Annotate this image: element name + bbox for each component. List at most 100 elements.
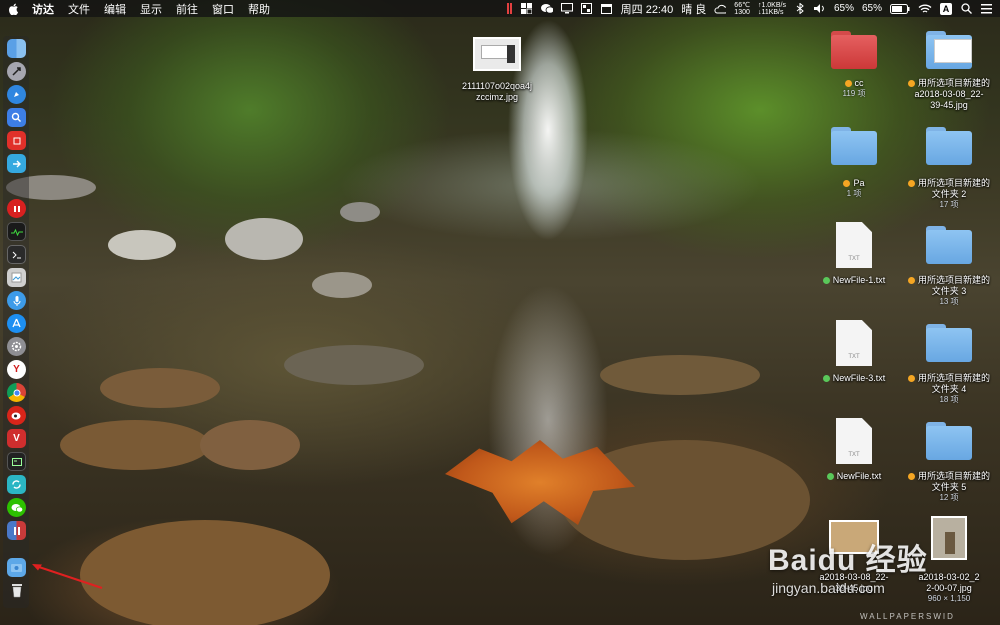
folder-count: 12 项 — [939, 493, 959, 502]
menu-window[interactable]: 窗口 — [212, 1, 234, 17]
txt-file-icon: TXT — [836, 222, 872, 268]
wechat-icon[interactable] — [540, 3, 553, 15]
grid-app-icon[interactable] — [521, 3, 533, 15]
input-method-badge[interactable]: A — [940, 2, 952, 15]
orange-tag-dot — [844, 80, 852, 88]
window-arrange-icon[interactable] — [581, 3, 593, 15]
menu-edit[interactable]: 编辑 — [104, 1, 126, 17]
battery-icon[interactable] — [890, 3, 910, 15]
annotation-arrow — [32, 564, 103, 589]
folder-icon — [831, 31, 877, 69]
folder-name-line2: 文件夹 3 — [931, 286, 967, 296]
file-ext: TXT — [848, 452, 860, 458]
network-status[interactable]: ↑1.0KB/s ↓11KB/s — [758, 2, 786, 16]
search-app-icon[interactable] — [7, 108, 26, 127]
menu-view[interactable]: 显示 — [140, 1, 162, 17]
console-icon[interactable] — [7, 452, 26, 471]
rock — [80, 520, 330, 625]
display-icon[interactable] — [560, 3, 573, 15]
cloud-icon[interactable] — [714, 3, 727, 15]
launchpad-icon[interactable] — [7, 62, 26, 81]
cpu-status[interactable]: 66℃ 1300 — [734, 2, 750, 16]
orange-tag-dot — [907, 277, 915, 285]
migration-app-icon[interactable] — [7, 154, 26, 173]
red-app-icon[interactable] — [7, 131, 26, 150]
baidu-jingyan-watermark: Baidu 经验 — [768, 544, 928, 577]
green-tag-dot — [826, 473, 834, 481]
finder-icon[interactable] — [7, 39, 26, 58]
folder-name-line2: 文件夹 4 — [931, 384, 967, 394]
folder-icon — [926, 127, 972, 165]
menu-app-name[interactable]: 访达 — [32, 1, 54, 17]
wifi-icon[interactable] — [918, 3, 932, 15]
file-name: 2111107o02qoa4j — [461, 81, 533, 91]
calendar-icon[interactable] — [601, 3, 613, 15]
battery-percent-a[interactable]: 65% — [834, 3, 854, 14]
folder-name: 用所选项目新建的 — [889, 178, 1000, 189]
rock — [340, 202, 380, 222]
desktop-folder-new-2[interactable]: 用所选项目新建的 文件夹 2 17 项 — [889, 127, 1000, 210]
txt-file-icon: TXT — [836, 418, 872, 464]
desktop-folder-new-4[interactable]: 用所选项目新建的 文件夹 4 18 项 — [889, 324, 1000, 405]
bluetooth-icon[interactable] — [794, 3, 806, 15]
dock: Y V — [3, 36, 29, 608]
music-app-icon[interactable] — [7, 199, 26, 218]
desktop-folder-new-5[interactable]: 用所选项目新建的 文件夹 5 12 项 — [889, 422, 1000, 503]
file-name-line2: zccimz.jpg — [475, 92, 518, 102]
preview-icon[interactable] — [7, 268, 26, 287]
desktop-folder-new-3[interactable]: 用所选项目新建的 文件夹 3 13 项 — [889, 226, 1000, 307]
green-tag-dot — [822, 375, 830, 383]
downloads-folder-icon[interactable] — [7, 558, 26, 577]
menu-go[interactable]: 前往 — [176, 1, 198, 17]
folder-name-text: Pa — [853, 178, 865, 188]
folder-name: 用所选项目新建的 — [889, 471, 1000, 482]
weather-text[interactable]: 晴 良 — [681, 1, 706, 17]
file-ext: TXT — [848, 256, 860, 262]
volume-icon[interactable] — [813, 3, 826, 15]
activity-monitor-icon[interactable] — [7, 222, 26, 241]
image-thumbnail — [473, 37, 521, 71]
notification-center-icon[interactable] — [980, 3, 992, 15]
desktop-folder-new-1[interactable]: 用所选项目新建的 a2018-03-08_22- 39-45.jpg — [889, 31, 1000, 111]
net-up: ↑1.0KB/s — [757, 1, 786, 9]
battery-percent-b[interactable]: 65% — [862, 3, 882, 14]
rock — [284, 345, 424, 385]
siri-icon[interactable] — [7, 291, 26, 310]
rock — [225, 218, 303, 260]
safari-icon[interactable] — [7, 85, 26, 104]
datetime-text[interactable]: 周四 22:40 — [621, 1, 674, 17]
weibo-icon[interactable] — [7, 406, 26, 425]
system-preferences-icon[interactable] — [7, 337, 26, 356]
recording-pause-icon[interactable] — [506, 3, 513, 14]
vivaldi-icon[interactable]: V — [7, 429, 26, 448]
menu-help[interactable]: 帮助 — [248, 1, 270, 17]
trash-icon[interactable] — [7, 581, 26, 600]
folder-name-line2: 文件夹 2 — [931, 189, 967, 199]
desktop-file-screenshot[interactable]: 2111107o02qoa4j zccimz.jpg — [437, 37, 557, 103]
parallels-icon[interactable] — [7, 521, 26, 540]
terminal-icon[interactable] — [7, 245, 26, 264]
cpu-temp: 66℃ — [734, 1, 750, 9]
folder-name: 用所选项目新建的 — [889, 275, 1000, 286]
wechat-app-icon[interactable] — [7, 498, 26, 517]
menu-file[interactable]: 文件 — [68, 1, 90, 17]
rock — [600, 355, 760, 395]
folder-count: 17 项 — [939, 200, 959, 209]
orange-tag-dot — [907, 180, 915, 188]
app-store-icon[interactable] — [7, 314, 26, 333]
sync-app-icon[interactable] — [7, 475, 26, 494]
txt-file-icon: TXT — [836, 320, 872, 366]
folder-icon — [926, 226, 972, 264]
yandex-browser-icon[interactable]: Y — [7, 360, 26, 379]
file-name-text: NewFile-1.txt — [832, 275, 886, 285]
folder-icon — [926, 324, 972, 362]
spotlight-search-icon[interactable] — [960, 3, 972, 15]
chrome-icon[interactable] — [7, 383, 26, 402]
thumbnail-figure — [945, 532, 955, 554]
baidu-jingyan-url: jingyan.baidu.com — [772, 580, 885, 596]
orange-tag-dot — [907, 473, 915, 481]
folder-name-text: cc — [854, 78, 864, 88]
folder-icon — [926, 422, 972, 460]
apple-icon[interactable] — [8, 3, 20, 15]
rock — [200, 420, 300, 470]
